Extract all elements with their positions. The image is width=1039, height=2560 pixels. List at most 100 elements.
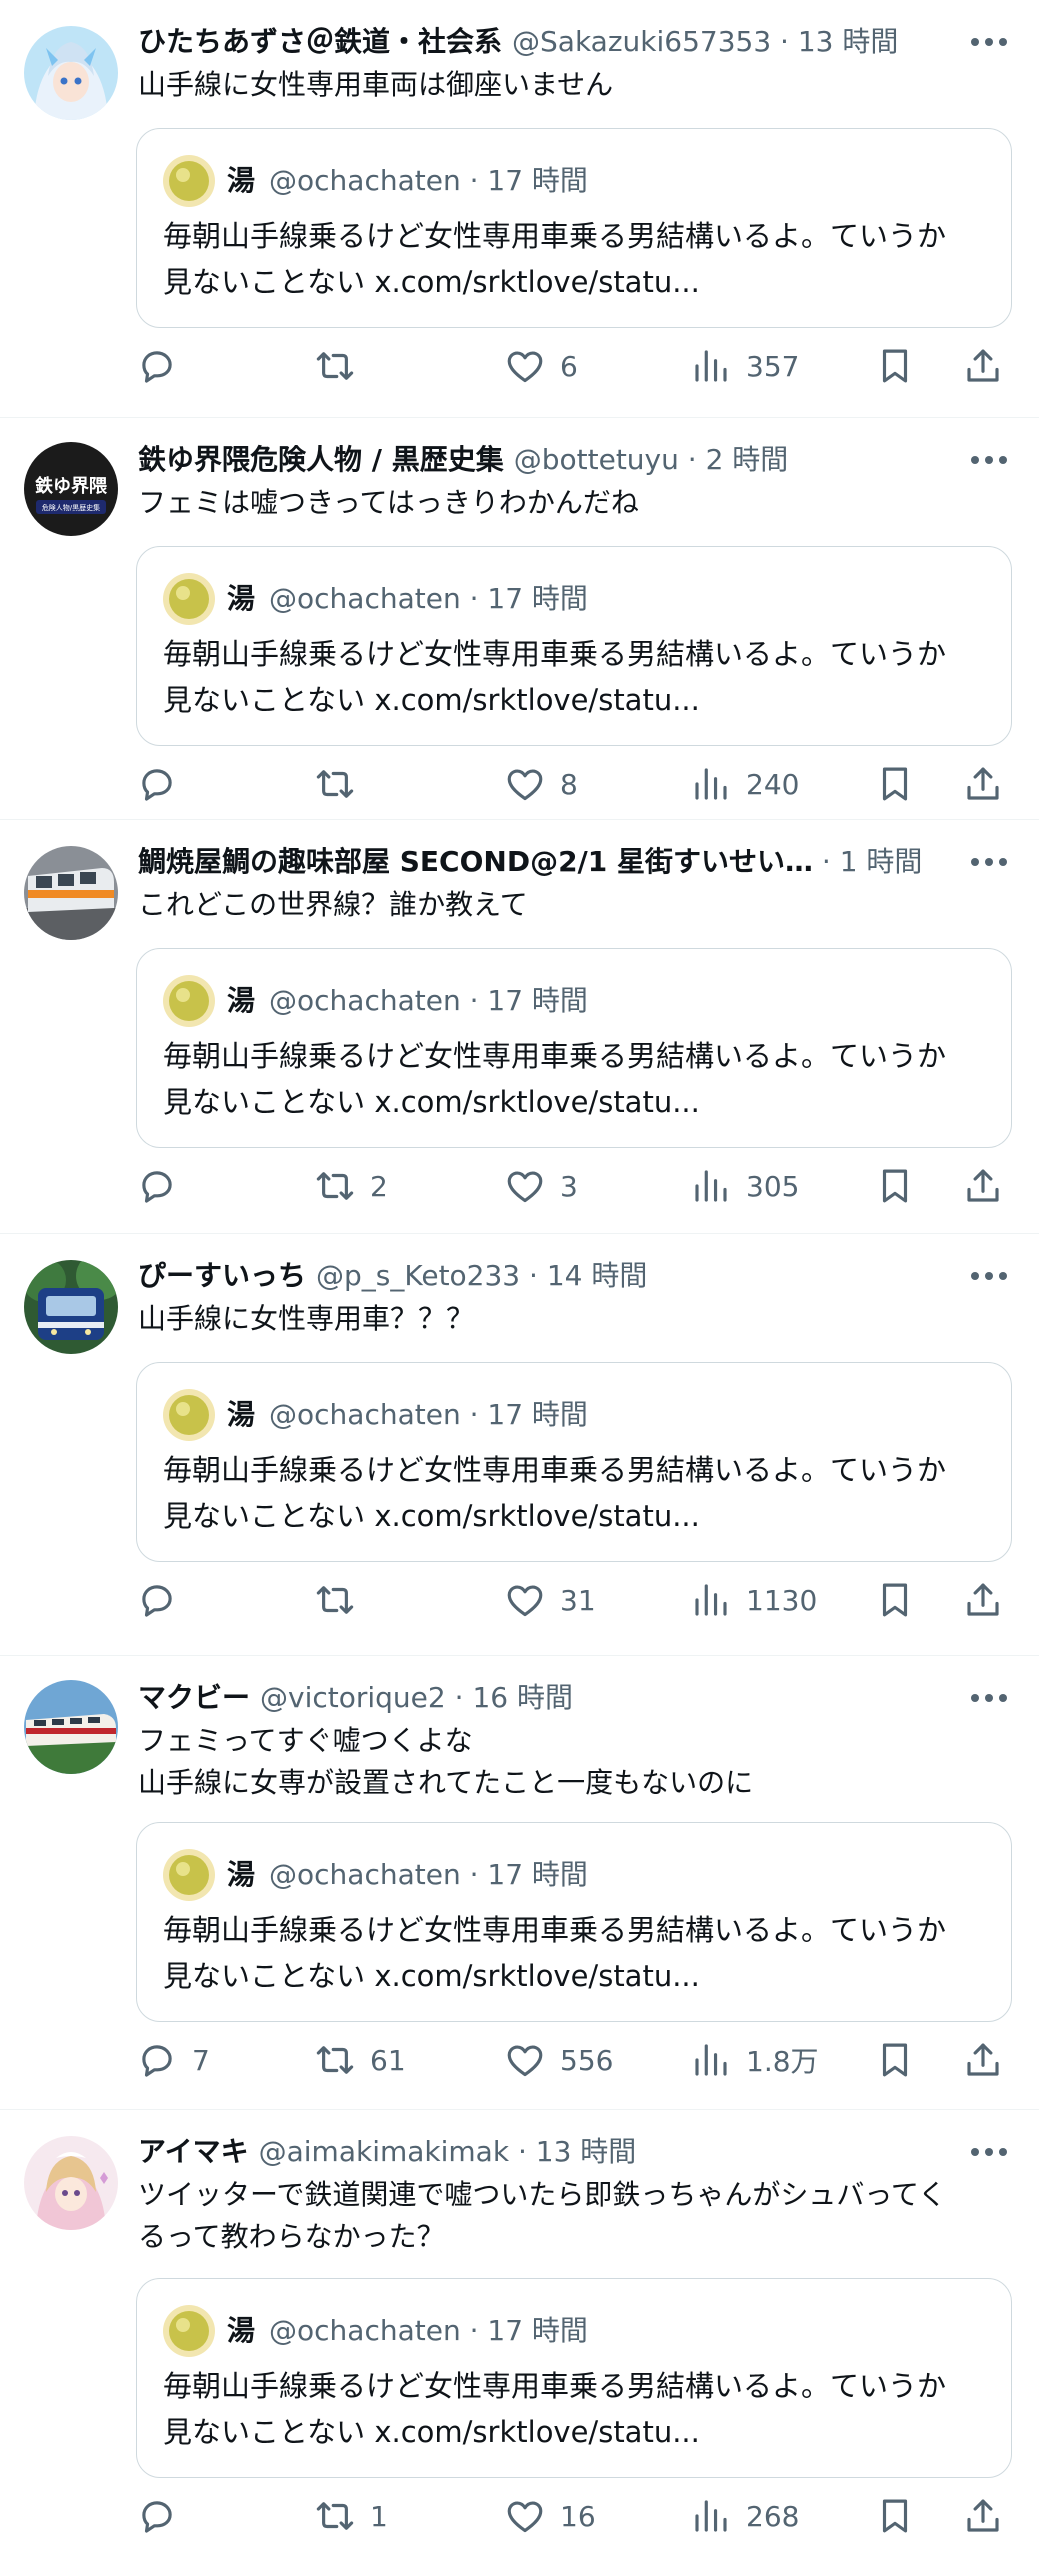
share-icon xyxy=(967,2499,999,2532)
author-name[interactable]: 鉄ゆ界隈危険人物 / 黒歴史集 xyxy=(138,443,504,476)
action-bar: 6 357 xyxy=(136,338,1016,394)
reply-button[interactable] xyxy=(136,1158,192,1214)
tweet[interactable]: ひたちあずさ＠鉄道・社会系 @Sakazuki657353 · 13 時間 山手線… xyxy=(0,0,1039,418)
tweet-time[interactable]: 16 時間 xyxy=(472,1681,573,1714)
author-name[interactable]: アイマキ xyxy=(138,2135,249,2168)
author-handle[interactable]: @Sakazuki657353 xyxy=(512,25,771,58)
avatar[interactable] xyxy=(24,846,118,940)
quoted-text-line[interactable]: 見ないことない x.com/srktlove/statu... xyxy=(163,259,987,305)
views-button[interactable]: 268 xyxy=(690,2488,799,2544)
tweet[interactable]: ぴーすいっち @p_s_Keto233 · 14 時間 山手線に女性専用車？？？ … xyxy=(0,1234,1039,1656)
bookmark-button[interactable] xyxy=(874,756,916,812)
quoted-avatar[interactable] xyxy=(163,975,215,1027)
tweet[interactable]: 鉄ゆ界隈 危険人物/黒歴史集 鉄ゆ界隈危険人物 / 黒歴史集 @bottetuyu… xyxy=(0,418,1039,820)
views-button[interactable]: 240 xyxy=(690,756,799,812)
retweet-button[interactable] xyxy=(314,756,370,812)
retweet-button[interactable]: 1 xyxy=(314,2488,388,2544)
avatar-anime-girl-image xyxy=(24,2136,118,2230)
author-handle[interactable]: @bottetuyu xyxy=(514,443,679,476)
bookmark-button[interactable] xyxy=(874,2488,916,2544)
avatar[interactable] xyxy=(24,26,118,120)
tweet-time[interactable]: 14 時間 xyxy=(547,1259,648,1292)
more-options-button[interactable] xyxy=(967,1680,1011,1716)
quoted-tweet[interactable]: 湯 @ochachaten · 17 時間 毎朝山手線乗るけど女性専用車乗る男結構… xyxy=(136,2278,1012,2478)
bookmark-button[interactable] xyxy=(874,2032,916,2088)
avatar[interactable] xyxy=(24,1680,118,1774)
tweet-text: 山手線に女性専用車両は御座いません xyxy=(138,68,614,101)
like-button[interactable]: 3 xyxy=(504,1158,578,1214)
views-button[interactable]: 1.8万 xyxy=(690,2032,819,2088)
retweet-button[interactable]: 2 xyxy=(314,1158,388,1214)
reply-button[interactable] xyxy=(136,1572,192,1628)
more-options-button[interactable] xyxy=(967,24,1011,60)
tweet[interactable]: マクビー @victorique2 · 16 時間 フェミってすぐ嘘つくよな 山手… xyxy=(0,1656,1039,2110)
quoted-text-line[interactable]: 見ないことない x.com/srktlove/statu... xyxy=(163,1079,987,1125)
like-button[interactable]: 16 xyxy=(504,2488,596,2544)
quoted-tweet[interactable]: 湯 @ochachaten · 17 時間 毎朝山手線乗るけど女性専用車乗る男結構… xyxy=(136,128,1012,328)
quoted-time: 17 時間 xyxy=(487,582,588,615)
retweet-button[interactable] xyxy=(314,1572,370,1628)
share-button[interactable] xyxy=(962,338,1004,394)
more-options-button[interactable] xyxy=(967,844,1011,880)
tweet[interactable]: 鯛焼屋鯛の趣味部屋 SECOND@2/1 星街すいせい… · 1 時間 これどこ… xyxy=(0,820,1039,1234)
reply-button[interactable] xyxy=(136,2488,192,2544)
tweet-time[interactable]: 2 時間 xyxy=(706,443,789,476)
share-button[interactable] xyxy=(962,2488,1004,2544)
author-handle[interactable]: @victorique2 xyxy=(260,1681,446,1714)
tweet-time[interactable]: 1 時間 xyxy=(840,845,923,878)
quoted-avatar[interactable] xyxy=(163,155,215,207)
quoted-author-name: 湯 xyxy=(227,1398,256,1431)
reply-button[interactable] xyxy=(136,338,192,394)
share-button[interactable] xyxy=(962,2032,1004,2088)
more-options-button[interactable] xyxy=(967,1258,1011,1294)
author-handle[interactable]: @aimakimakimak xyxy=(259,2135,509,2168)
author-name[interactable]: ひたちあずさ＠鉄道・社会系 xyxy=(138,25,502,58)
quoted-avatar[interactable] xyxy=(163,1389,215,1441)
avatar[interactable] xyxy=(24,1260,118,1354)
like-button[interactable]: 31 xyxy=(504,1572,596,1628)
share-button[interactable] xyxy=(962,1158,1004,1214)
like-count: 6 xyxy=(560,349,578,383)
author-handle[interactable]: @p_s_Keto233 xyxy=(316,1259,520,1292)
quoted-text-line[interactable]: 見ないことない x.com/srktlove/statu... xyxy=(163,677,987,723)
views-button[interactable]: 305 xyxy=(690,1158,799,1214)
tweet[interactable]: アイマキ @aimakimakimak · 13 時間 ツイッターで鉄道関連で嘘つ… xyxy=(0,2110,1039,2560)
tweet-time[interactable]: 13 時間 xyxy=(536,2135,637,2168)
share-button[interactable] xyxy=(962,756,1004,812)
retweet-button[interactable] xyxy=(314,338,370,394)
quoted-avatar[interactable] xyxy=(163,2305,215,2357)
quoted-text-line[interactable]: 見ないことない x.com/srktlove/statu... xyxy=(163,2409,987,2455)
quoted-avatar-image xyxy=(163,2305,215,2357)
retweet-button[interactable]: 61 xyxy=(314,2032,406,2088)
quoted-text-line[interactable]: 見ないことない x.com/srktlove/statu... xyxy=(163,1493,987,1539)
quoted-text-line[interactable]: 見ないことない x.com/srktlove/statu... xyxy=(163,1953,987,1999)
quoted-tweet[interactable]: 湯 @ochachaten · 17 時間 毎朝山手線乗るけど女性専用車乗る男結構… xyxy=(136,546,1012,746)
quoted-avatar[interactable] xyxy=(163,573,215,625)
quoted-tweet[interactable]: 湯 @ochachaten · 17 時間 毎朝山手線乗るけど女性専用車乗る男結構… xyxy=(136,1362,1012,1562)
like-button[interactable]: 6 xyxy=(504,338,578,394)
reply-button[interactable]: 7 xyxy=(136,2032,210,2088)
avatar[interactable] xyxy=(24,2136,118,2230)
avatar[interactable]: 鉄ゆ界隈 危険人物/黒歴史集 xyxy=(24,442,118,536)
like-button[interactable]: 556 xyxy=(504,2032,613,2088)
views-button[interactable]: 357 xyxy=(690,338,799,394)
separator-dot: · xyxy=(460,984,488,1017)
quoted-tweet[interactable]: 湯 @ochachaten · 17 時間 毎朝山手線乗るけど女性専用車乗る男結構… xyxy=(136,1822,1012,2022)
author-name[interactable]: 鯛焼屋鯛の趣味部屋 SECOND@2/1 星街すいせい… xyxy=(138,845,813,878)
views-button[interactable]: 1130 xyxy=(690,1572,817,1628)
bookmark-button[interactable] xyxy=(874,1158,916,1214)
more-options-button[interactable] xyxy=(967,442,1011,478)
reply-button[interactable] xyxy=(136,756,192,812)
author-name[interactable]: マクビー xyxy=(138,1681,250,1714)
share-button[interactable] xyxy=(962,1572,1004,1628)
quoted-avatar[interactable] xyxy=(163,1849,215,1901)
view-count: 1130 xyxy=(746,1583,818,1617)
more-dots-icon xyxy=(971,1694,1007,1702)
author-name[interactable]: ぴーすいっち xyxy=(138,1259,306,1292)
bookmark-button[interactable] xyxy=(874,1572,916,1628)
bookmark-button[interactable] xyxy=(874,338,916,394)
tweet-time[interactable]: 13 時間 xyxy=(798,25,899,58)
quoted-tweet[interactable]: 湯 @ochachaten · 17 時間 毎朝山手線乗るけど女性専用車乗る男結構… xyxy=(136,948,1012,1148)
like-button[interactable]: 8 xyxy=(504,756,578,812)
more-options-button[interactable] xyxy=(967,2134,1011,2170)
